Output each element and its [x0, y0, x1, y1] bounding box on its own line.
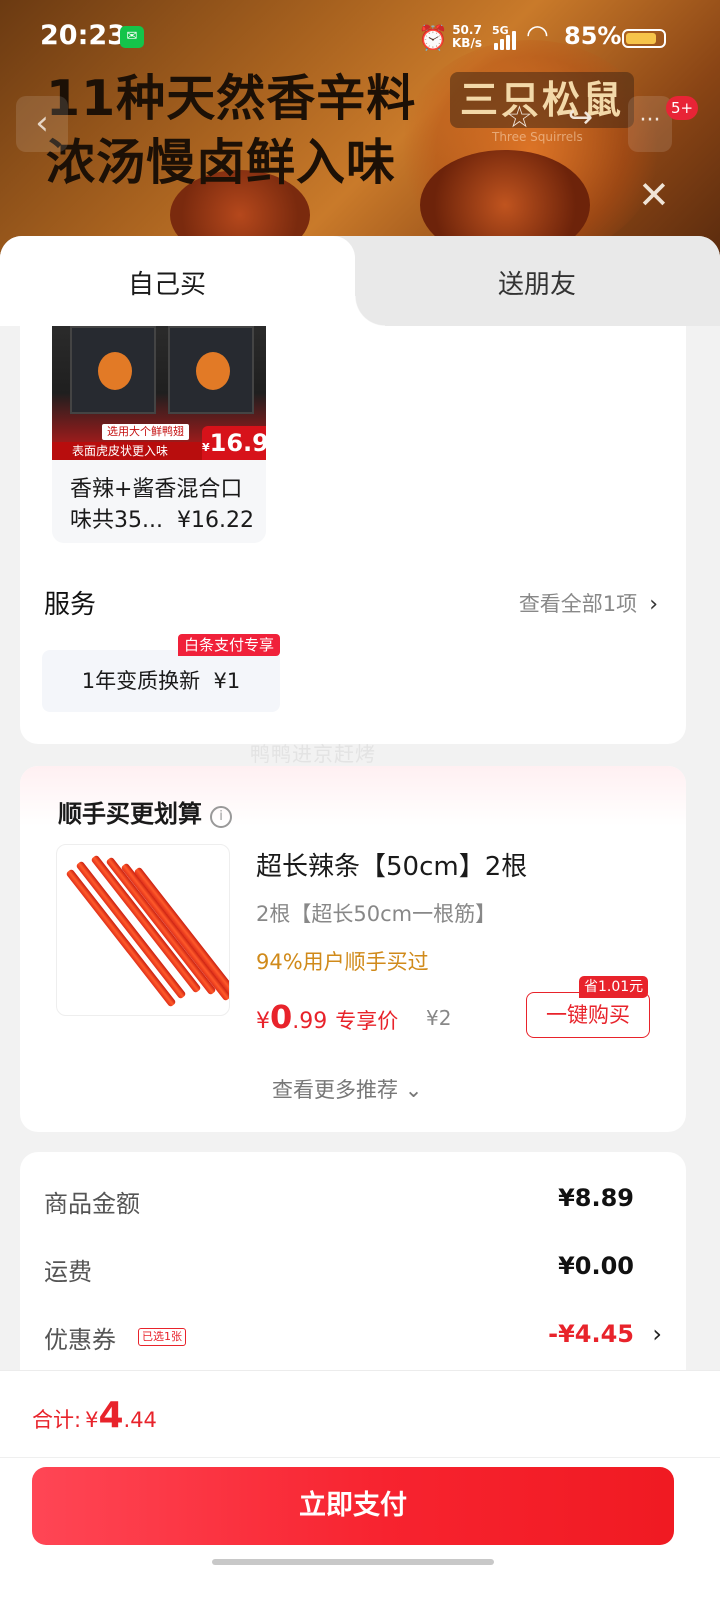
addon-title: 顺手买更划算 i [58, 794, 232, 829]
addon-recommendation-card: 顺手买更划算 i 超长辣条【50cm】2根 2根【超长50cm一根筋】 94%用户… [20, 766, 686, 1132]
favorite-star-icon[interactable]: ☆ [506, 100, 533, 135]
summary-row-shipping: 运费 ¥0.00 [44, 1252, 634, 1286]
package-image [168, 326, 254, 414]
selected-variant-card[interactable]: 选用大个鲜鸭翅 表面虎皮状更入味 ¥16.9 香辣+酱香混合口 味共35... ¥… [52, 326, 266, 543]
chevron-right-icon: › [649, 592, 658, 617]
variant-image-price: ¥16.9 [202, 426, 266, 460]
addon-product-image[interactable] [56, 844, 230, 1016]
alarm-icon: ⏰ [418, 24, 448, 52]
addon-original-price: ¥2 [426, 1006, 452, 1030]
product-navbar: ‹ ☆ ↪ ··· [16, 96, 672, 152]
chevron-right-icon: › [652, 1320, 662, 1348]
service-chip-warranty[interactable]: 1年变质换新 ¥1 [42, 650, 280, 712]
tab-gift-friend[interactable]: 送朋友 [498, 264, 576, 301]
variant-image: 选用大个鲜鸭翅 表面虎皮状更入味 ¥16.9 [52, 326, 266, 460]
service-chip-badge: 白条支付专享 [178, 634, 281, 656]
order-items-card: 选用大个鲜鸭翅 表面虎皮状更入味 ¥16.9 香辣+酱香混合口 味共35... ¥… [20, 326, 686, 744]
wechat-icon: ✉ [120, 26, 144, 48]
notification-badge: 5+ [666, 96, 699, 120]
purchase-mode-tabs: 自己买 送朋友 [0, 236, 720, 326]
package-image [70, 326, 156, 414]
close-icon[interactable]: ✕ [638, 176, 670, 214]
battery-icon [622, 29, 666, 48]
variant-name: 香辣+酱香混合口 味共35... ¥16.22 [70, 474, 254, 536]
battery-percent: 85% [564, 22, 622, 50]
tab-buy-for-self-label[interactable]: 自己买 [128, 264, 206, 301]
service-view-all-link[interactable]: 查看全部1项 › [519, 588, 658, 618]
addon-product-name[interactable]: 超长辣条【50cm】2根 [256, 846, 527, 883]
chevron-down-icon: ⌄ [404, 1078, 423, 1102]
order-total: 合计: ¥4.44 [32, 1395, 157, 1436]
variant-price: ¥16.22 [177, 508, 254, 533]
signal-icon [494, 30, 522, 50]
status-bar: 20:23 ✉ ⏰ 50.7 KB/s 5G ◠ 85% [0, 0, 720, 72]
summary-row-coupon[interactable]: 优惠券 已选1张 -¥4.45 › [44, 1320, 664, 1360]
wifi-icon: ◠ [526, 20, 549, 50]
info-icon[interactable]: i [210, 806, 232, 828]
variant-image-caption: 表面虎皮状更入味 [52, 442, 202, 460]
addon-product-spec: 2根【超长50cm一根筋】 [256, 902, 497, 926]
price-summary-card: 商品金额 ¥8.89 运费 ¥0.00 优惠券 已选1张 -¥4.45 › [20, 1152, 686, 1402]
service-title: 服务 [44, 590, 97, 620]
addon-price: ¥0.99 专享价 [256, 998, 399, 1036]
variant-image-tag: 选用大个鲜鸭翅 [102, 424, 189, 440]
addon-social-proof: 94%用户顺手买过 [256, 950, 429, 974]
share-icon[interactable]: ↪ [568, 100, 593, 135]
summary-row-goods-amount: 商品金额 ¥8.89 [44, 1184, 634, 1218]
view-more-recommendations[interactable]: 查看更多推荐 ⌄ [272, 1074, 422, 1104]
back-icon[interactable]: ‹ [16, 96, 68, 152]
watermark: 鸭鸭进京赶烤 [250, 742, 376, 766]
network-speed: 50.7 KB/s [452, 23, 482, 50]
home-indicator[interactable] [212, 1559, 494, 1565]
status-time: 20:23 [40, 20, 126, 51]
coupon-selected-tag: 已选1张 [138, 1328, 186, 1346]
pay-now-button[interactable]: 立即支付 [32, 1467, 674, 1545]
addon-save-badge: 省1.01元 [579, 976, 649, 998]
one-click-buy-button[interactable]: 一键购买 [526, 992, 650, 1038]
checkout-footer: 合计: ¥4.44 立即支付 [0, 1370, 720, 1600]
